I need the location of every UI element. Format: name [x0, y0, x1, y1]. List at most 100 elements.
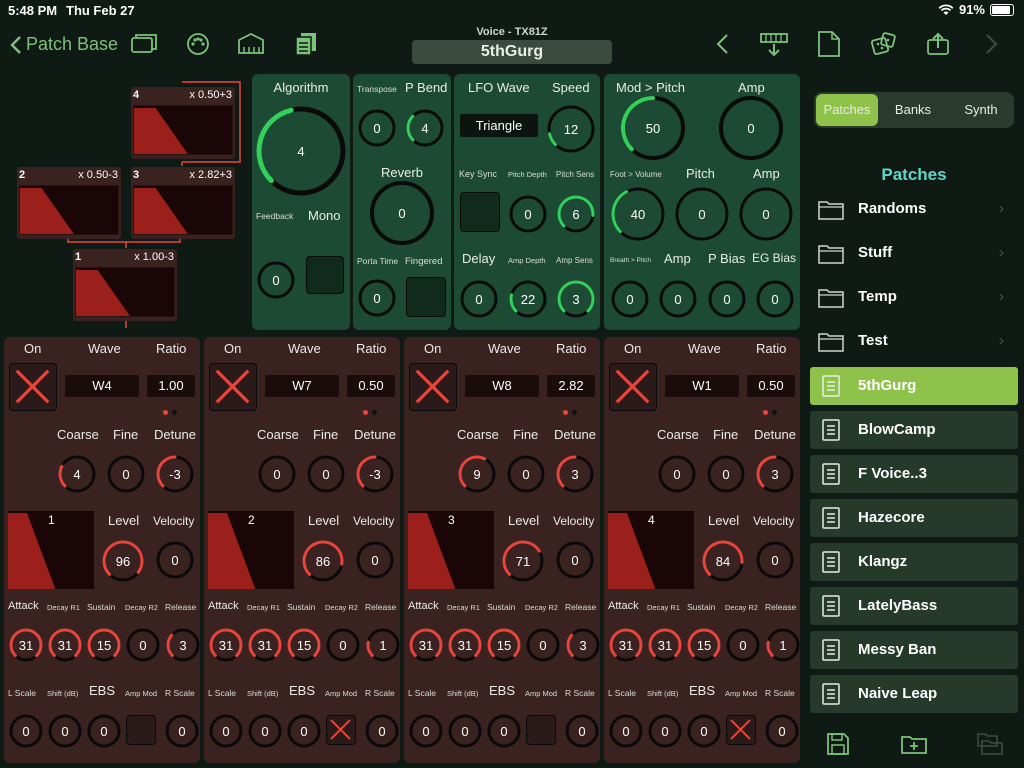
release-knob[interactable]: 1: [365, 627, 401, 663]
shift-knob[interactable]: 0: [447, 713, 483, 749]
wave-select[interactable]: W1: [665, 375, 739, 397]
patch-item[interactable]: Hazecore: [810, 499, 1018, 537]
synth-send-icon[interactable]: [760, 30, 788, 58]
rscale-knob[interactable]: 0: [364, 713, 400, 749]
foot-pitch-knob[interactable]: 0: [674, 186, 730, 242]
rscale-knob[interactable]: 0: [764, 713, 800, 749]
patch-item[interactable]: LatelyBass: [810, 587, 1018, 625]
patch-item[interactable]: 5thGurg: [810, 367, 1018, 405]
ampmod-toggle[interactable]: [126, 715, 156, 745]
sustain-knob[interactable]: 15: [286, 627, 322, 663]
ebs-knob[interactable]: 0: [86, 713, 122, 749]
release-knob[interactable]: 3: [165, 627, 201, 663]
sustain-knob[interactable]: 15: [486, 627, 522, 663]
level-knob[interactable]: 96: [101, 539, 145, 583]
tab-banks[interactable]: Banks: [882, 94, 944, 126]
tab-patches[interactable]: Patches: [816, 94, 878, 126]
on-toggle[interactable]: [609, 363, 657, 411]
keysync-toggle[interactable]: [460, 192, 500, 232]
save-icon[interactable]: [824, 730, 852, 758]
documents-icon[interactable]: [292, 30, 320, 58]
patch-item[interactable]: Messy Ban: [810, 631, 1018, 669]
porta-knob[interactable]: 0: [357, 278, 397, 318]
dice-icon[interactable]: [870, 30, 898, 58]
fingered-toggle[interactable]: [406, 277, 446, 317]
folder-item[interactable]: Test ›: [814, 322, 1018, 362]
coarse-knob[interactable]: 9: [457, 454, 497, 494]
rscale-knob[interactable]: 0: [564, 713, 600, 749]
tab-synth[interactable]: Synth: [950, 94, 1012, 126]
decay2-knob[interactable]: 0: [725, 627, 761, 663]
patch-item[interactable]: F Voice..3: [810, 455, 1018, 493]
release-knob[interactable]: 3: [565, 627, 601, 663]
coarse-knob[interactable]: 0: [657, 454, 697, 494]
move-to-folder-icon[interactable]: [976, 730, 1004, 758]
shift-knob[interactable]: 0: [47, 713, 83, 749]
algo-operator-3[interactable]: 3 x 2.82+3: [131, 167, 235, 239]
mod-amp-knob[interactable]: 0: [718, 95, 784, 161]
decay2-knob[interactable]: 0: [325, 627, 361, 663]
foot-amp-knob[interactable]: 0: [738, 186, 794, 242]
fine-knob[interactable]: 0: [106, 454, 146, 494]
amp-depth-knob[interactable]: 22: [508, 279, 548, 319]
mono-toggle[interactable]: [306, 256, 344, 294]
share-icon[interactable]: [924, 30, 952, 58]
level-knob[interactable]: 84: [701, 539, 745, 583]
ampmod-toggle[interactable]: [526, 715, 556, 745]
wave-select[interactable]: W8: [465, 375, 539, 397]
patch-item[interactable]: Klangz: [810, 543, 1018, 581]
rscale-knob[interactable]: 0: [164, 713, 200, 749]
sustain-knob[interactable]: 15: [686, 627, 722, 663]
folder-item[interactable]: Temp ›: [814, 278, 1018, 318]
coarse-knob[interactable]: 4: [57, 454, 97, 494]
chevron-right-nav-icon[interactable]: [978, 30, 1006, 58]
ampmod-toggle[interactable]: [326, 715, 356, 745]
pitch-depth-knob[interactable]: 0: [508, 194, 548, 234]
fine-knob[interactable]: 0: [706, 454, 746, 494]
breath-pitch-knob[interactable]: 0: [610, 279, 650, 319]
windows-icon[interactable]: [130, 30, 158, 58]
lfo-wave-select[interactable]: Triangle: [460, 114, 538, 137]
ratio-field[interactable]: 1.00: [147, 375, 195, 397]
new-document-icon[interactable]: [815, 30, 843, 58]
sustain-knob[interactable]: 15: [86, 627, 122, 663]
feedback-knob[interactable]: 0: [256, 260, 296, 300]
speed-knob[interactable]: 12: [546, 104, 596, 154]
velocity-knob[interactable]: 0: [155, 540, 195, 580]
egbias-knob[interactable]: 0: [755, 279, 795, 319]
velocity-knob[interactable]: 0: [555, 540, 595, 580]
patch-item[interactable]: BlowCamp: [810, 411, 1018, 449]
pbias-knob[interactable]: 0: [707, 279, 747, 319]
mod-pitch-knob[interactable]: 50: [620, 95, 686, 161]
detune-knob[interactable]: -3: [355, 454, 395, 494]
ebs-knob[interactable]: 0: [486, 713, 522, 749]
attack-knob[interactable]: 31: [608, 627, 644, 663]
decay1-knob[interactable]: 31: [47, 627, 83, 663]
lscale-knob[interactable]: 0: [408, 713, 444, 749]
ebs-knob[interactable]: 0: [286, 713, 322, 749]
attack-knob[interactable]: 31: [408, 627, 444, 663]
decay2-knob[interactable]: 0: [525, 627, 561, 663]
foot-volume-knob[interactable]: 40: [610, 186, 666, 242]
shift-knob[interactable]: 0: [247, 713, 283, 749]
breath-amp-knob[interactable]: 0: [658, 279, 698, 319]
pitch-sens-knob[interactable]: 6: [556, 194, 596, 234]
back-button[interactable]: Patch Base: [10, 34, 118, 55]
amp-sens-knob[interactable]: 3: [556, 279, 596, 319]
level-knob[interactable]: 86: [301, 539, 345, 583]
ratio-field[interactable]: 0.50: [747, 375, 795, 397]
new-folder-icon[interactable]: [900, 730, 928, 758]
fine-knob[interactable]: 0: [306, 454, 346, 494]
midi-port-icon[interactable]: [184, 30, 212, 58]
shift-knob[interactable]: 0: [647, 713, 683, 749]
folder-item[interactable]: Randoms ›: [814, 190, 1018, 230]
delay-knob[interactable]: 0: [459, 279, 499, 319]
keyboard-icon[interactable]: [237, 30, 265, 58]
ampmod-toggle[interactable]: [726, 715, 756, 745]
patch-name-field[interactable]: 5thGurg: [412, 40, 612, 64]
lscale-knob[interactable]: 0: [208, 713, 244, 749]
on-toggle[interactable]: [409, 363, 457, 411]
coarse-knob[interactable]: 0: [257, 454, 297, 494]
pbend-knob[interactable]: 4: [405, 108, 445, 148]
patch-item[interactable]: Naive Leap: [810, 675, 1018, 713]
